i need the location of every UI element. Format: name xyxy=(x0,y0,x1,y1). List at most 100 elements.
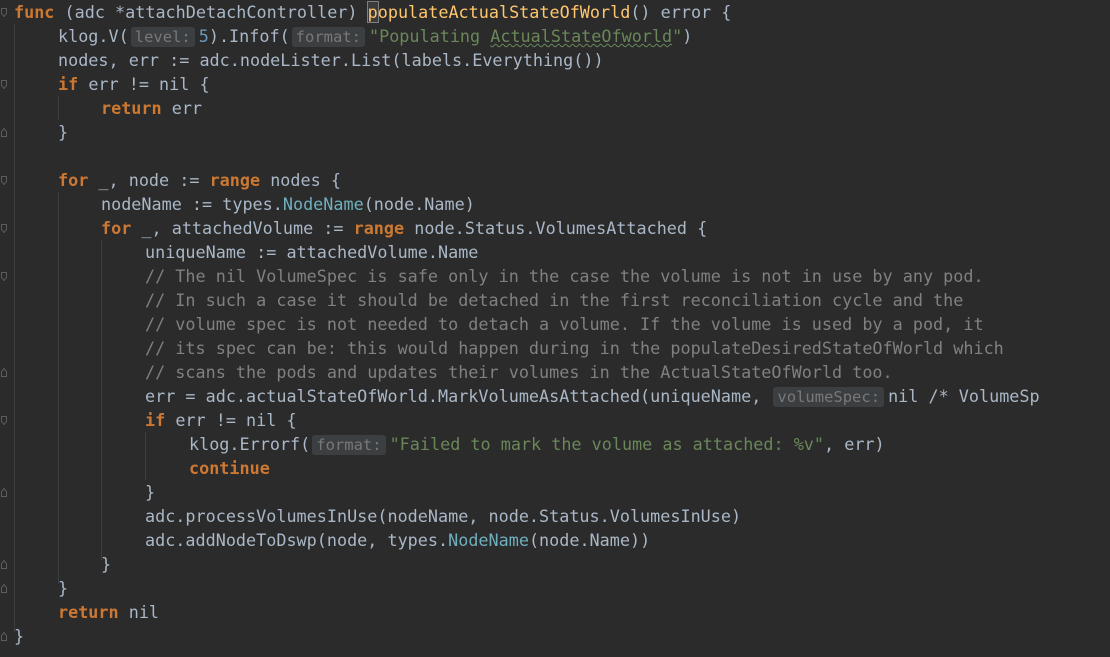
code-line-20[interactable]: continue xyxy=(189,456,270,480)
code-token: } xyxy=(58,578,69,598)
type-name: NodeName xyxy=(282,194,364,214)
code-token: node.Status.VolumesAttached { xyxy=(404,218,708,238)
code-token: adc.processVolumesInUse(nodeName, node.S… xyxy=(145,506,742,526)
code-line-23[interactable]: adc.addNodeToDswp(node, types.NodeName(n… xyxy=(145,528,650,552)
code-token: , err) xyxy=(824,434,885,454)
code-token: adc.addNodeToDswp(node, types. xyxy=(145,530,449,550)
code-token: _, node := xyxy=(88,170,210,190)
code-line-5[interactable]: return err xyxy=(101,96,202,120)
code-line-24[interactable]: } xyxy=(101,552,111,576)
string-literal: "Failed to mark the volume as attached: … xyxy=(389,434,825,454)
fold-marker-icon[interactable] xyxy=(1,272,7,281)
code-token: klog.V( xyxy=(58,26,129,46)
code-line-17[interactable]: err = adc.actualStateOfWorld.MarkVolumeA… xyxy=(145,384,1040,408)
comment-text: // its spec can be: this would happen du… xyxy=(145,338,1004,358)
code-token: err != nil { xyxy=(165,410,297,430)
code-editor[interactable]: func (adc *attachDetachController) popul… xyxy=(0,0,1110,657)
comment-line[interactable]: // In such a case it should be detached … xyxy=(145,288,963,312)
code-token: } xyxy=(101,554,112,574)
code-token: ) xyxy=(682,26,693,46)
code-token: nodes { xyxy=(260,170,341,190)
keyword-for: for xyxy=(101,218,132,238)
fold-marker-icon[interactable] xyxy=(1,80,7,89)
code-line-22[interactable]: adc.processVolumesInUse(nodeName, node.S… xyxy=(145,504,741,528)
comment-text: // scans the pods and updates their volu… xyxy=(145,362,893,382)
comment-text: // In such a case it should be detached … xyxy=(145,290,964,310)
code-line-19[interactable]: klog.Errorf(format: "Failed to mark the v… xyxy=(189,432,885,456)
indent-guide xyxy=(14,24,15,632)
parameter-hint: level: xyxy=(130,27,195,47)
keyword-range: range xyxy=(209,170,261,190)
keyword-for: for xyxy=(58,170,89,190)
function-name: opulateActualStateOfWorld xyxy=(377,2,631,22)
keyword-if: if xyxy=(145,410,166,430)
receiver: (adc *attachDetachController) xyxy=(54,2,368,22)
string-literal: "Populating xyxy=(369,26,491,46)
code-token: } xyxy=(14,626,25,646)
code-token: _, attachedVolume := xyxy=(131,218,354,238)
code-token: err xyxy=(161,98,203,118)
fold-end-marker-icon[interactable] xyxy=(1,128,7,137)
keyword-if: if xyxy=(58,74,79,94)
code-line-2[interactable]: klog.V(level: 5).Infof(format: "Populating… xyxy=(58,24,692,48)
code-token: nodeName := types. xyxy=(101,194,283,214)
keyword-return: return xyxy=(101,98,162,118)
parameter-hint: format: xyxy=(312,435,386,455)
fold-marker-icon[interactable] xyxy=(1,224,7,233)
code-line-4[interactable]: if err != nil { xyxy=(58,72,210,96)
string-literal: " xyxy=(672,26,683,46)
comment-line[interactable]: // its spec can be: this would happen du… xyxy=(145,336,1004,360)
code-token: nil xyxy=(118,602,160,622)
code-line-21[interactable]: } xyxy=(145,480,155,504)
fold-end-marker-icon[interactable] xyxy=(1,368,7,377)
comment-text: // The nil VolumeSpec is safe only in th… xyxy=(145,266,984,286)
indent-guide xyxy=(58,96,59,120)
parameter-hint: volumeSpec: xyxy=(773,387,885,407)
comment-line[interactable]: // scans the pods and updates their volu… xyxy=(145,360,893,384)
keyword-range: range xyxy=(353,218,405,238)
fold-marker-icon[interactable] xyxy=(1,8,7,17)
code-line-9[interactable]: nodeName := types.NodeName(node.Name) xyxy=(101,192,475,216)
return-type: error { xyxy=(660,2,732,22)
fold-marker-icon[interactable] xyxy=(1,416,7,425)
indent-guide xyxy=(145,432,146,480)
code-token: } xyxy=(145,482,156,502)
code-line-25[interactable]: } xyxy=(58,576,68,600)
code-line-3[interactable]: nodes, err := adc.nodeLister.List(labels… xyxy=(58,48,604,72)
indent-guide xyxy=(58,192,59,584)
comment-text: // volume spec is not needed to detach a… xyxy=(145,314,984,334)
code-token: ).Infof( xyxy=(208,26,290,46)
parameter-hint: format: xyxy=(291,27,365,47)
code-token: (node.Name)) xyxy=(528,530,651,550)
code-token: nodes, err := adc.nodeLister.List(labels… xyxy=(58,50,604,70)
indent-guide xyxy=(101,240,102,560)
number-literal: 5 xyxy=(198,26,209,46)
code-token: klog.Errorf( xyxy=(189,434,311,454)
signature-tail: () xyxy=(630,2,661,22)
fold-end-marker-icon[interactable] xyxy=(1,560,7,569)
keyword-func: func xyxy=(14,2,55,22)
fold-end-marker-icon[interactable] xyxy=(1,488,7,497)
code-line-11[interactable]: uniqueName := attachedVolume.Name xyxy=(145,240,478,264)
comment-line[interactable]: // The nil VolumeSpec is safe only in th… xyxy=(145,264,984,288)
keyword-return: return xyxy=(58,602,119,622)
keyword-continue: continue xyxy=(189,458,270,478)
code-token: err = adc.actualStateOfWorld.MarkVolumeA… xyxy=(145,386,772,406)
code-line-6[interactable]: } xyxy=(58,120,68,144)
fold-gutter xyxy=(0,0,10,657)
code-line-10[interactable]: for _, attachedVolume := range node.Stat… xyxy=(101,216,707,240)
fold-end-marker-icon[interactable] xyxy=(1,632,7,641)
code-line-27[interactable]: } xyxy=(14,624,24,648)
code-line-18[interactable]: if err != nil { xyxy=(145,408,297,432)
code-token: (node.Name) xyxy=(363,194,475,214)
code-token: nil /* VolumeSp xyxy=(888,386,1040,406)
comment-line[interactable]: // volume spec is not needed to detach a… xyxy=(145,312,984,336)
code-token: uniqueName := attachedVolume.Name xyxy=(145,242,479,262)
fold-end-marker-icon[interactable] xyxy=(1,584,7,593)
code-token: } xyxy=(58,122,69,142)
code-line-8[interactable]: for _, node := range nodes { xyxy=(58,168,341,192)
fold-marker-icon[interactable] xyxy=(1,176,7,185)
code-line-1[interactable]: func (adc *attachDetachController) popul… xyxy=(14,0,731,24)
type-name: NodeName xyxy=(448,530,529,550)
code-line-26[interactable]: return nil xyxy=(58,600,159,624)
